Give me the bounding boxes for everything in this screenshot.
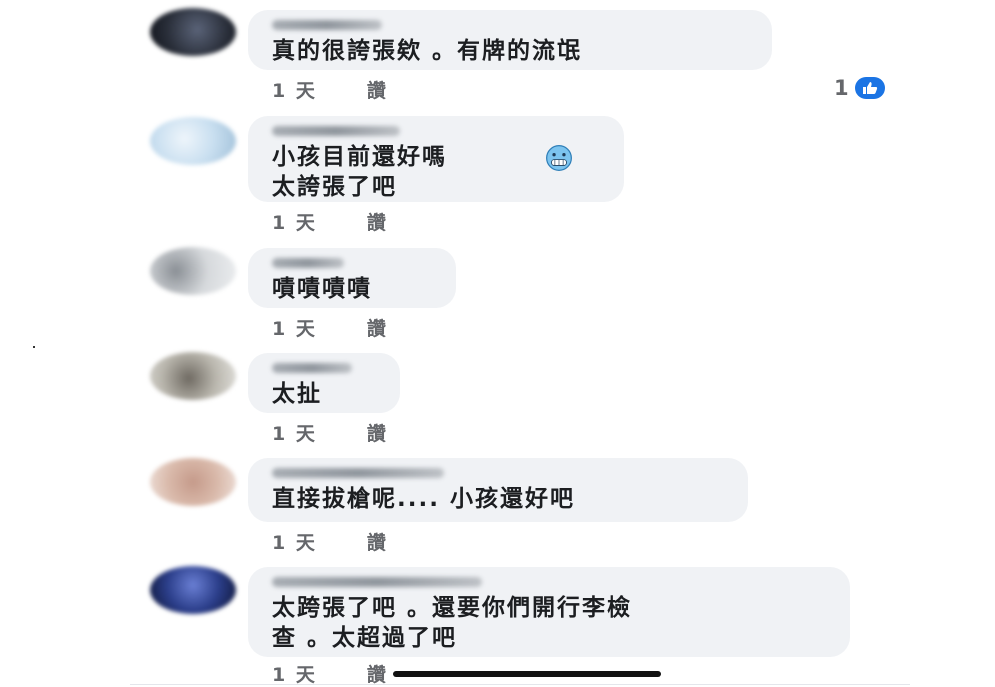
comment-text-content: 小孩目前還好嗎 太誇張了吧 <box>272 144 447 200</box>
home-indicator[interactable] <box>393 671 661 677</box>
author-name-blurred[interactable] <box>272 363 352 373</box>
comment-text: 直接拔槍呢.... 小孩還好吧 <box>272 486 575 512</box>
comment-meta: 1 天 讚 <box>272 660 388 687</box>
avatar[interactable] <box>150 8 236 56</box>
like-link[interactable]: 讚 <box>367 318 388 340</box>
stray-dot <box>33 346 35 348</box>
avatar[interactable] <box>150 117 236 165</box>
author-name-blurred[interactable] <box>272 126 400 136</box>
author-name-blurred[interactable] <box>272 468 444 478</box>
comment-bubble: 太扯 <box>248 353 400 413</box>
comment-bubble: 小孩目前還好嗎 太誇張了吧 <box>248 116 624 202</box>
cold-face-emoji <box>546 145 572 171</box>
comment-time[interactable]: 1 天 <box>272 80 317 102</box>
comment-time[interactable]: 1 天 <box>272 532 317 554</box>
avatar[interactable] <box>150 247 236 295</box>
avatar[interactable] <box>150 352 236 400</box>
comment-time[interactable]: 1 天 <box>272 664 317 686</box>
reaction-count: 1 <box>834 76 849 100</box>
like-link[interactable]: 讚 <box>367 423 388 445</box>
comment-meta: 1 天 讚 <box>272 208 388 235</box>
comment-time[interactable]: 1 天 <box>272 212 317 234</box>
like-link[interactable]: 讚 <box>367 212 388 234</box>
author-name-blurred[interactable] <box>272 577 482 587</box>
comment-bubble: 直接拔槍呢.... 小孩還好吧 <box>248 458 748 522</box>
comment-meta: 1 天 讚 <box>272 314 388 341</box>
comment-text: 真的很誇張欸 。有牌的流氓 <box>272 38 583 64</box>
comment-meta: 1 天 讚 <box>272 76 388 103</box>
comment-bubble: 太跨張了吧 。還要你們開行李檢 查 。太超過了吧 <box>248 567 850 657</box>
avatar[interactable] <box>150 566 236 614</box>
comment-time[interactable]: 1 天 <box>272 318 317 340</box>
comment-time[interactable]: 1 天 <box>272 423 317 445</box>
comment-text: 太扯 <box>272 381 322 407</box>
reaction-summary[interactable]: 1 <box>834 76 885 100</box>
comment-meta: 1 天 讚 <box>272 528 388 555</box>
comment-bubble: 真的很誇張欸 。有牌的流氓 <box>248 10 772 70</box>
like-link[interactable]: 讚 <box>367 532 388 554</box>
avatar[interactable] <box>150 458 236 506</box>
comment-text: 太跨張了吧 。還要你們開行李檢 查 。太超過了吧 <box>272 595 633 651</box>
like-link[interactable]: 讚 <box>367 80 388 102</box>
like-link[interactable]: 讚 <box>367 664 388 686</box>
comment-bubble: 嘖嘖嘖嘖 <box>248 248 456 308</box>
author-name-blurred[interactable] <box>272 20 382 30</box>
comment-meta: 1 天 讚 <box>272 419 388 446</box>
comment-text: 嘖嘖嘖嘖 <box>272 276 372 302</box>
thumbs-up-icon <box>854 77 885 99</box>
author-name-blurred[interactable] <box>272 258 344 268</box>
